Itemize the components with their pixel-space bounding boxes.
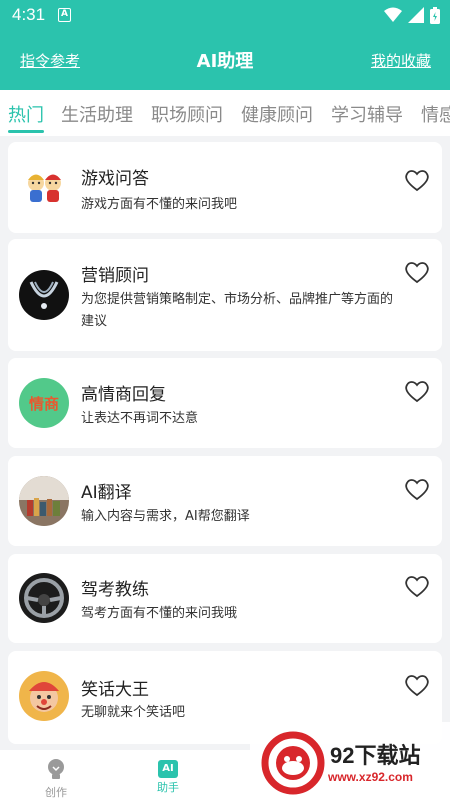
assistant-desc: 无聊就来个笑话吧 (81, 705, 186, 720)
bulb-icon (48, 759, 64, 779)
signal-icon (408, 7, 424, 23)
assistant-card-driving-coach[interactable]: 驾考教练 驾考方面有不懂的来问我哦 (8, 554, 442, 643)
assistant-desc: 驾考方面有不懂的来问我哦 (81, 606, 238, 621)
books-avatar (19, 476, 69, 526)
notification-icon: A (58, 8, 71, 22)
heart-icon[interactable] (404, 379, 430, 403)
wifi-icon (384, 7, 402, 22)
status-time: 4:31 (12, 5, 46, 24)
nav-assistant[interactable]: AI 助手 (143, 758, 193, 795)
battery-icon (430, 6, 440, 24)
watermark-url: www.xz92.com (328, 770, 413, 784)
assistant-card-game-qa[interactable]: 游戏问答 游戏方面有不懂的来问我吧 (8, 142, 442, 233)
heart-icon[interactable] (404, 673, 430, 697)
assistant-card-ai-translate[interactable]: AI翻译 输入内容与需求，AI帮您翻译 (8, 456, 442, 546)
nav-create-label: 创作 (45, 786, 67, 799)
steering-wheel-avatar (19, 573, 69, 623)
heart-icon[interactable] (404, 260, 430, 284)
tab-career-advisor[interactable]: 职场顾问 (151, 101, 223, 127)
tab-health-advisor[interactable]: 健康顾问 (241, 101, 313, 127)
active-tab-indicator (8, 130, 44, 133)
category-tabs: 热门 生活助理 职场顾问 健康顾问 学习辅导 情感 (0, 90, 450, 136)
assistant-desc: 游戏方面有不懂的来问我吧 (81, 197, 238, 212)
ai-icon: AI (158, 760, 178, 778)
my-favorites-link[interactable]: 我的收藏 (371, 50, 431, 71)
eq-avatar-text: 情商 (28, 394, 59, 413)
site-watermark: 92下载站 www.xz92.com (250, 722, 450, 800)
nav-assistant-label: 助手 (157, 781, 179, 794)
assistant-card-marketing-advisor[interactable]: 营销顾问 为您提供营销策略制定、市场分析、品牌推广等方面的建议 (8, 239, 442, 351)
eq-avatar: 情商 (19, 378, 69, 428)
necklace-avatar (19, 270, 69, 320)
assistant-name: 高情商回复 (81, 385, 166, 405)
app-header: 指令参考 AI助理 我的收藏 (0, 30, 450, 90)
status-bar: 4:31 A (0, 0, 450, 30)
heart-icon[interactable] (404, 574, 430, 598)
cartoon-avatar (19, 163, 69, 213)
assistant-desc: 输入内容与需求，AI帮您翻译 (81, 509, 250, 524)
heart-icon[interactable] (404, 168, 430, 192)
nav-create[interactable]: 创作 (31, 758, 81, 800)
assistant-name: 营销顾问 (81, 266, 149, 286)
tab-life-assistant[interactable]: 生活助理 (61, 101, 133, 127)
watermark-brand: 92下载站 (330, 743, 421, 768)
tab-emotion[interactable]: 情感 (421, 101, 450, 127)
status-icons (384, 6, 440, 24)
tab-study-tutor[interactable]: 学习辅导 (331, 101, 403, 127)
heart-icon[interactable] (404, 477, 430, 501)
assistant-name: 游戏问答 (81, 169, 149, 189)
assistant-desc: 为您提供营销策略制定、市场分析、品牌推广等方面的建议 (81, 292, 394, 329)
assistant-desc: 让表达不再词不达意 (81, 411, 199, 426)
tab-hot[interactable]: 热门 (8, 101, 44, 127)
assistant-card-high-eq-reply[interactable]: 情商 高情商回复 让表达不再词不达意 (8, 358, 442, 448)
assistant-name: AI翻译 (81, 483, 132, 503)
assistant-name: 驾考教练 (81, 580, 149, 600)
clown-avatar (19, 671, 69, 721)
mascot-logo (261, 731, 325, 795)
assistant-name: 笑话大王 (81, 680, 149, 700)
